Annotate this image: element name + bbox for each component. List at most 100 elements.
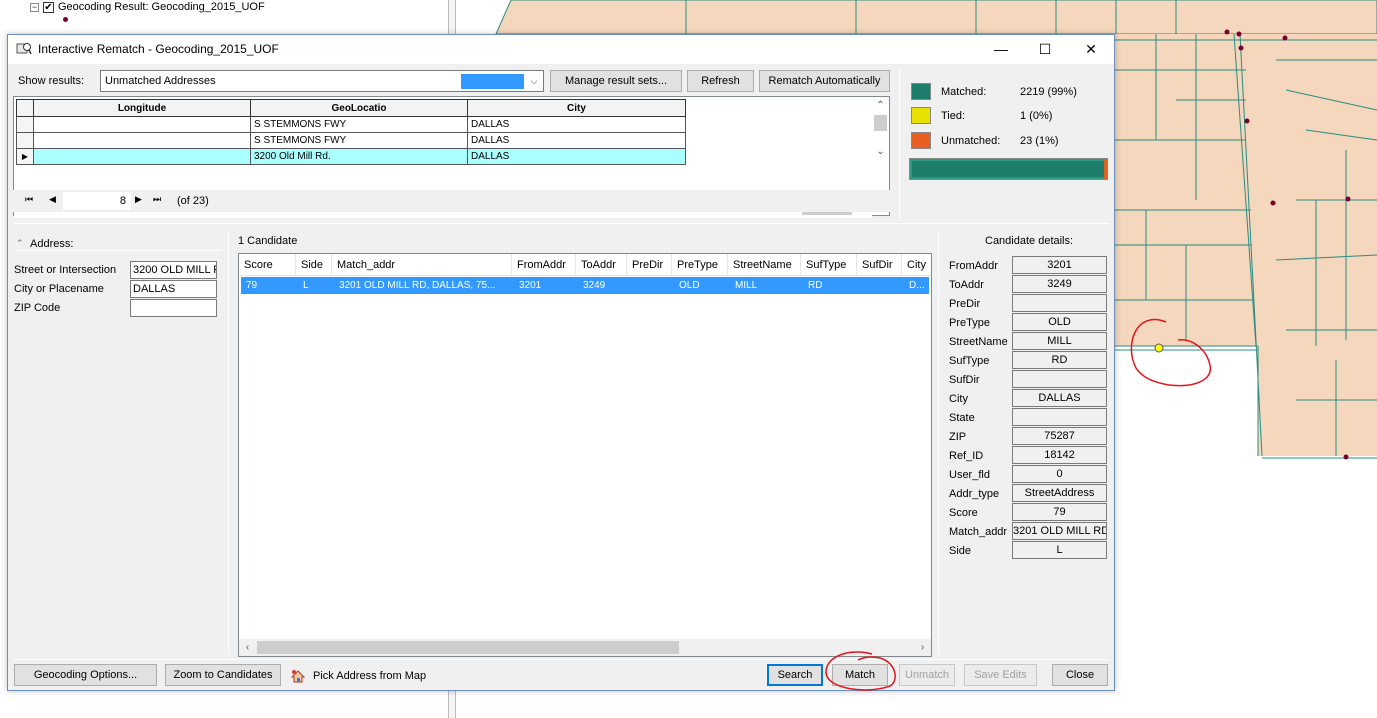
zip-input[interactable] (130, 299, 217, 317)
record-navigator: ⏮ ◀ 8 ▶ ⏭ (of 23) (13, 190, 890, 212)
detail-value-match-addr: 3201 OLD MILL RD, (1012, 522, 1107, 540)
column-header-geolocatio[interactable]: GeoLocatio (250, 99, 468, 117)
toc-layer-row[interactable]: − ✔ Geocoding Result: Geocoding_2015_UOF (30, 0, 265, 14)
save-edits-button[interactable]: Save Edits (964, 664, 1037, 686)
pick-address-label: Pick Address from Map (313, 670, 427, 682)
match-progress-bar (909, 158, 1108, 180)
geocode-point-icon[interactable] (1154, 343, 1164, 353)
cell-longitude[interactable] (33, 148, 251, 165)
cell-city[interactable]: DALLAS (467, 132, 686, 149)
column-header-pretype[interactable]: PreType (672, 254, 728, 276)
cell-longitude[interactable] (33, 116, 251, 133)
title-bar[interactable]: Interactive Rematch - Geocoding_2015_UOF… (8, 35, 1114, 64)
progress-unmatched-segment (1104, 159, 1107, 179)
cell-city[interactable]: DALLAS (467, 116, 686, 133)
matched-swatch (911, 83, 931, 100)
zip-label: ZIP Code (14, 302, 61, 314)
matched-value: 2219 (99%) (1020, 86, 1077, 98)
result-color-swatch (461, 74, 524, 89)
cell-streetname: MILL (735, 280, 758, 291)
detail-label-suftype: SufType (949, 355, 990, 367)
show-results-dropdown[interactable]: Unmatched Addresses ⌵ (100, 70, 544, 92)
collapse-icon[interactable]: − (30, 2, 39, 12)
detail-value-sufdir (1012, 370, 1107, 388)
candidate-details-header: Candidate details: (985, 235, 1074, 247)
rematch-automatically-button[interactable]: Rematch Automatically (759, 70, 890, 92)
divider (14, 250, 221, 251)
column-header-sufdir[interactable]: SufDir (857, 254, 902, 276)
candidate-row-selected[interactable]: 79 L 3201 OLD MILL RD, DALLAS, 75... 320… (241, 277, 929, 294)
detail-value-toaddr: 3249 (1012, 275, 1107, 293)
show-results-value: Unmatched Addresses (105, 75, 216, 87)
scroll-down-icon[interactable]: ⌄ (872, 143, 889, 160)
pick-address-from-map-tool[interactable]: Pick Address from Map (290, 666, 426, 686)
cell-geolocatio[interactable]: 3200 Old Mill Rd. (250, 148, 468, 165)
close-button[interactable]: Close (1052, 664, 1108, 686)
cell-predir (629, 277, 674, 294)
scroll-right-icon[interactable]: › (914, 639, 931, 656)
zoom-to-candidates-button[interactable]: Zoom to Candidates (165, 664, 281, 686)
point-symbol-icon (63, 17, 68, 22)
next-record-icon[interactable]: ▶ (135, 194, 142, 205)
column-header-toaddr[interactable]: ToAddr (576, 254, 627, 276)
last-record-icon[interactable]: ⏭ (153, 194, 161, 205)
detail-label-predir: PreDir (949, 298, 981, 310)
grid-vertical-scrollbar[interactable]: ⌃ ⌄ (872, 97, 889, 195)
scroll-left-icon[interactable]: ‹ (239, 639, 256, 656)
column-header-longitude[interactable]: Longitude (33, 99, 251, 117)
scroll-thumb[interactable] (874, 115, 887, 131)
table-row[interactable]: S STEMMONS FWY DALLAS (16, 116, 686, 133)
detail-value-city: DALLAS (1012, 389, 1107, 407)
close-window-button[interactable]: ✕ (1068, 35, 1114, 64)
detail-label-pretype: PreType (949, 317, 990, 329)
current-row-icon[interactable]: ▶ (16, 148, 34, 165)
chevron-down-icon[interactable]: ⌵ (527, 74, 541, 88)
unmatch-button[interactable]: Unmatch (899, 664, 955, 686)
refresh-button[interactable]: Refresh (687, 70, 754, 92)
cell-geolocatio[interactable]: S STEMMONS FWY (250, 132, 468, 149)
manage-result-sets-button[interactable]: Manage result sets... (550, 70, 682, 92)
scroll-thumb[interactable] (257, 641, 679, 654)
scroll-up-icon[interactable]: ⌃ (872, 97, 889, 114)
city-input[interactable]: DALLAS (130, 280, 217, 298)
cell-longitude[interactable] (33, 132, 251, 149)
table-row[interactable]: S STEMMONS FWY DALLAS (16, 132, 686, 149)
cell-geolocatio[interactable]: S STEMMONS FWY (250, 116, 468, 133)
match-button[interactable]: Match (832, 664, 888, 686)
previous-record-icon[interactable]: ◀ (49, 194, 56, 205)
geocoding-options-button[interactable]: Geocoding Options... (14, 664, 157, 686)
divider (13, 659, 1109, 660)
cell-city[interactable]: DALLAS (467, 148, 686, 165)
detail-label-side: Side (949, 545, 972, 557)
column-header-fromaddr[interactable]: FromAddr (512, 254, 576, 276)
tied-swatch (911, 107, 931, 124)
minimize-button[interactable]: — (978, 35, 1024, 64)
candidates-horizontal-scrollbar[interactable]: ‹ › (239, 639, 931, 656)
detail-value-score: 79 (1012, 503, 1107, 521)
current-record-field[interactable]: 8 (63, 192, 131, 210)
tied-label: Tied: (941, 110, 966, 122)
column-header-match-addr[interactable]: Match_addr (332, 254, 512, 276)
street-input[interactable]: 3200 OLD MILL R (130, 261, 217, 279)
column-header-side[interactable]: Side (296, 254, 332, 276)
maximize-button[interactable]: ☐ (1022, 35, 1068, 64)
first-record-icon[interactable]: ⏮ (25, 194, 33, 205)
candidates-list[interactable]: Score Side Match_addr FromAddr ToAddr Pr… (238, 253, 932, 657)
row-header[interactable] (16, 132, 34, 149)
column-header-city[interactable]: City (467, 99, 686, 117)
detail-value-state (1012, 408, 1107, 426)
row-header[interactable] (16, 116, 34, 133)
table-row-selected[interactable]: ▶ 3200 Old Mill Rd. DALLAS (16, 148, 686, 165)
column-header-suftype[interactable]: SufType (801, 254, 857, 276)
detail-label-streetname: StreetName (949, 336, 1008, 348)
layer-visibility-checkbox[interactable]: ✔ (43, 1, 54, 13)
detail-value-zip: 75287 (1012, 427, 1107, 445)
column-header-streetname[interactable]: StreetName (728, 254, 801, 276)
column-header-predir[interactable]: PreDir (627, 254, 672, 276)
column-header-score[interactable]: Score (239, 254, 296, 276)
collapse-address-icon[interactable]: ⌃ (16, 238, 24, 249)
column-header-city[interactable]: City (902, 254, 931, 276)
detail-label-toaddr: ToAddr (949, 279, 984, 291)
tied-value: 1 (0%) (1020, 110, 1053, 122)
search-button[interactable]: Search (767, 664, 823, 686)
